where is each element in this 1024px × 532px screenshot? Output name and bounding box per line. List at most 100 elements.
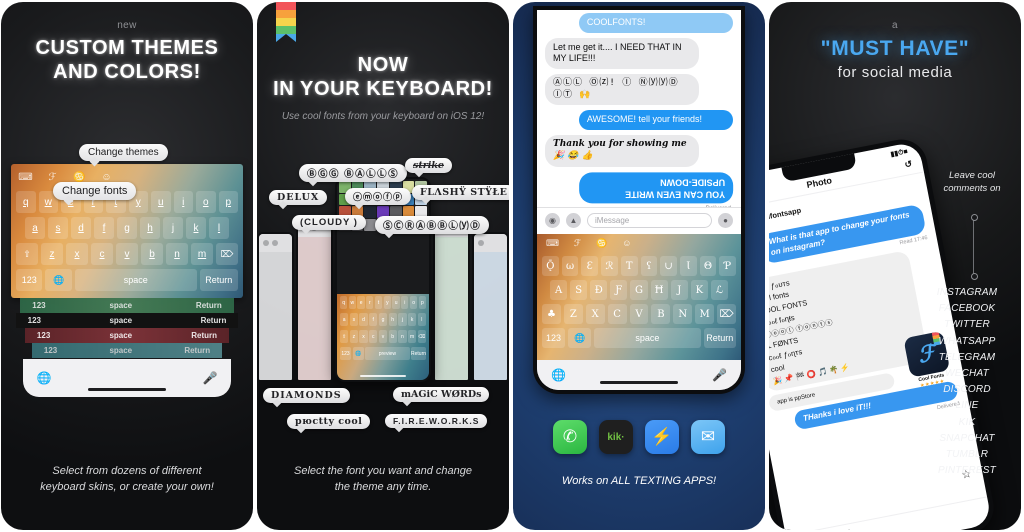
mini-key[interactable]: x xyxy=(359,330,368,343)
mini-key[interactable]: w xyxy=(348,296,356,309)
backspace-key[interactable]: ⌦ xyxy=(717,304,737,324)
key-z[interactable]: Z xyxy=(563,304,583,324)
whatsapp-icon[interactable]: ✆ xyxy=(553,420,587,454)
key-r[interactable]: ℛ xyxy=(601,256,618,276)
keyboard-theme-teal[interactable]: 123 space Return xyxy=(31,343,223,358)
font-bubble-strike[interactable]: strike xyxy=(405,158,452,173)
key-x[interactable]: X xyxy=(585,304,605,324)
key-n[interactable]: n xyxy=(166,243,188,265)
mini-key[interactable]: f xyxy=(369,313,378,326)
mini-key[interactable]: n xyxy=(398,330,407,343)
font-bubble-diamonds[interactable]: DIAMONDS xyxy=(263,388,350,403)
key-k[interactable]: k xyxy=(186,217,206,239)
mini-key[interactable]: z xyxy=(349,330,358,343)
key-k[interactable]: K xyxy=(690,280,708,300)
mini-key[interactable]: b xyxy=(388,330,397,343)
emoji-icon[interactable]: ☺ xyxy=(622,238,631,249)
backspace-key[interactable]: ⌦ xyxy=(216,243,238,265)
mini-key[interactable]: i xyxy=(401,296,409,309)
imessage-input[interactable]: iMessage xyxy=(587,213,712,228)
globe-icon[interactable]: 🌐 xyxy=(37,371,52,385)
theme-icon[interactable]: ♋ xyxy=(596,238,607,249)
mini-return-key[interactable]: Return xyxy=(411,347,427,360)
key-g[interactable]: g xyxy=(117,217,137,239)
mini-key[interactable]: ⇧ xyxy=(339,330,349,343)
font-bubble-flashy[interactable]: FLΛSHŸ STŸŁE xyxy=(412,185,509,200)
font-bubble-big-balls[interactable]: ⒷⒼⒼ ⒷⒶⓁⓁⓈ xyxy=(299,164,408,182)
key-n[interactable]: N xyxy=(673,304,693,324)
mini-key[interactable]: j xyxy=(398,313,407,326)
font-style-icon[interactable]: ℱ xyxy=(574,238,581,249)
key-m[interactable]: M xyxy=(695,304,715,324)
globe-icon[interactable]: 🌐 xyxy=(551,368,566,382)
mini-key[interactable]: e xyxy=(357,296,365,309)
mini-key[interactable]: p xyxy=(418,296,426,309)
key-c[interactable]: C xyxy=(607,304,627,324)
key-a[interactable]: Α xyxy=(550,280,568,300)
messenger-icon[interactable]: ⚡ xyxy=(645,420,679,454)
key-j[interactable]: j xyxy=(163,217,183,239)
return-key[interactable]: Return xyxy=(199,269,238,291)
refresh-icon[interactable]: ↺ xyxy=(904,159,914,171)
app-store-icon[interactable]: ▲ xyxy=(566,213,581,228)
screenshot-panel-custom-themes[interactable]: new CUSTOM THEMES AND COLORS! ⌨ ℱ ♋ ☺ q … xyxy=(1,2,253,530)
change-themes-bubble[interactable]: Change themes xyxy=(79,144,168,161)
keyboard-theme-red[interactable]: 123 space Return xyxy=(24,328,230,343)
mini-key[interactable]: d xyxy=(359,313,368,326)
kik-icon[interactable]: kik· xyxy=(599,420,633,454)
key-g[interactable]: G xyxy=(630,280,648,300)
custom-keyboard[interactable]: ⌨ ℱ ♋ ☺ Ǭ ω Ɛ ℛ T ʕ ∪ Ɩ Θ Ƥ Α S Đ Ƒ G Ħ … xyxy=(537,234,741,360)
key-q[interactable]: q xyxy=(16,191,36,213)
mini-phone-1[interactable] xyxy=(257,232,294,382)
space-key[interactable]: space xyxy=(74,269,197,291)
key-w[interactable]: ω xyxy=(561,256,579,276)
key-f[interactable]: f xyxy=(94,217,114,239)
mini-numbers-key[interactable]: 123 xyxy=(339,347,352,360)
key-i[interactable]: Ɩ xyxy=(679,256,697,276)
mini-key[interactable]: q xyxy=(339,296,348,309)
font-bubble-cloudy[interactable]: (CLOUDY ) xyxy=(292,215,366,230)
mini-keyboard-preview[interactable]: qw er ty ui op as df gh jk l ⇧ z x c v b… xyxy=(336,294,430,380)
font-bubble-fireworks[interactable]: F.I.R.E.W.O.R.K.S xyxy=(385,414,488,428)
mini-key[interactable]: o xyxy=(409,296,418,309)
screenshot-panel-texting-apps[interactable]: COOLFONTS! Let me get it.... I NEED THAT… xyxy=(513,2,765,530)
theme-swatch[interactable] xyxy=(364,206,377,219)
mini-key[interactable]: m xyxy=(408,330,417,343)
key-c[interactable]: c xyxy=(91,243,113,265)
screenshot-panel-now-in-keyboard[interactable]: NOW IN YOUR KEYBOARD! Use cool fonts fro… xyxy=(257,2,509,530)
font-bubble-pretty-cool[interactable]: pюctty cool xyxy=(287,414,371,429)
key-i[interactable]: i xyxy=(173,191,193,213)
shift-key[interactable]: ♣ xyxy=(542,304,561,324)
key-v[interactable]: V xyxy=(629,304,649,324)
key-b[interactable]: B xyxy=(651,304,671,324)
key-x[interactable]: x xyxy=(66,243,88,265)
space-key[interactable]: space xyxy=(594,328,701,348)
mini-key[interactable]: l xyxy=(417,313,426,326)
microphone-icon[interactable]: ● xyxy=(718,213,733,228)
mini-phone-5[interactable] xyxy=(472,232,509,382)
globe-icon[interactable]: 🌐 xyxy=(568,328,592,348)
mini-key[interactable]: s xyxy=(349,313,358,326)
mini-key[interactable]: c xyxy=(369,330,378,343)
mini-globe-icon[interactable]: 🌐 xyxy=(352,347,364,360)
key-j[interactable]: J xyxy=(670,280,688,300)
mini-phone-4[interactable] xyxy=(433,217,471,382)
mini-key[interactable]: ⌫ xyxy=(417,330,426,343)
globe-icon[interactable]: 🌐 xyxy=(45,269,72,291)
key-b[interactable]: b xyxy=(141,243,163,265)
key-o[interactable]: o xyxy=(196,191,216,213)
mini-space-key[interactable]: preview xyxy=(365,347,410,360)
key-p[interactable]: p xyxy=(218,191,238,213)
key-u[interactable]: ∪ xyxy=(660,256,677,276)
key-h[interactable]: h xyxy=(140,217,160,239)
change-fonts-bubble[interactable]: Change fonts xyxy=(53,182,137,200)
key-f[interactable]: Ƒ xyxy=(610,280,628,300)
key-s[interactable]: S xyxy=(570,280,588,300)
mail-icon[interactable]: ✉ xyxy=(691,420,725,454)
mini-key[interactable]: u xyxy=(392,296,400,309)
numbers-key[interactable]: 123 xyxy=(16,269,43,291)
microphone-icon[interactable]: 🎤 xyxy=(202,371,217,385)
font-bubble-delux[interactable]: DELUX xyxy=(269,190,328,205)
key-z[interactable]: z xyxy=(41,243,63,265)
key-d[interactable]: d xyxy=(71,217,91,239)
